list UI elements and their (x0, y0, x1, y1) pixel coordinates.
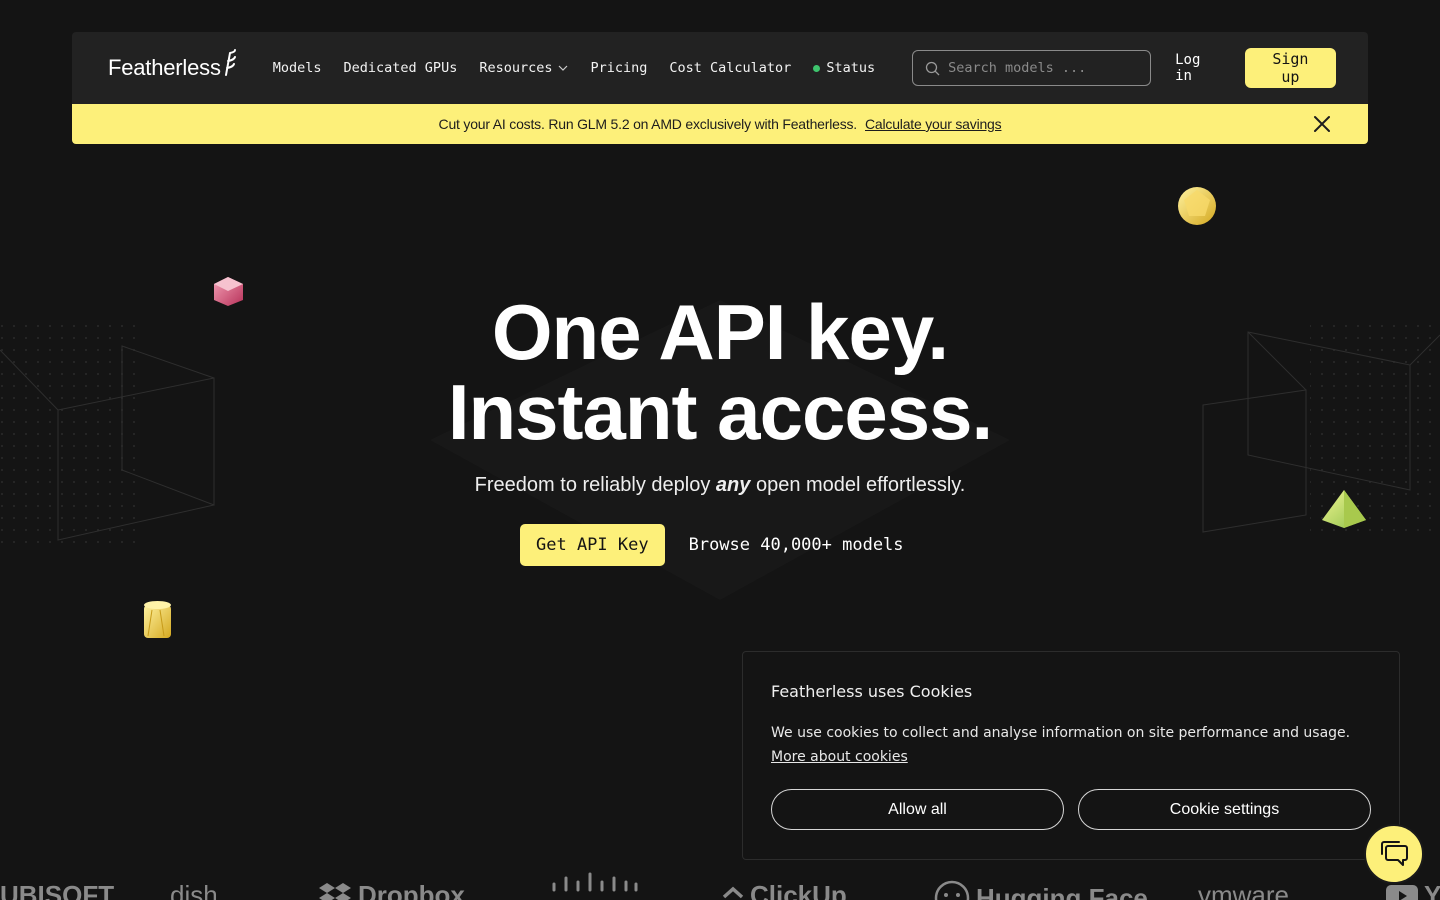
featherless-logo[interactable]: Featherless (108, 49, 237, 81)
status-dot-icon (813, 64, 821, 72)
more-about-cookies-link[interactable]: More about cookies (771, 749, 908, 765)
cookie-consent-dialog: Featherless uses Cookies We use cookies … (742, 651, 1400, 860)
hero-title-line-1: One API key. (491, 288, 949, 376)
hero-title: One API key. Instant access. (0, 292, 1440, 452)
nav-resources[interactable]: Resources (479, 60, 568, 76)
search-box[interactable] (912, 50, 1152, 86)
yellow-sphere-icon (1178, 187, 1216, 225)
calculate-savings-link[interactable]: Calculate your savings (865, 116, 1002, 132)
feather-logo-icon (224, 49, 236, 76)
hero-subtitle-after: open model effortlessly. (755, 474, 966, 496)
get-api-key-button[interactable]: Get API Key (520, 524, 665, 566)
hero-title-line-2: Instant access. (447, 368, 993, 456)
signup-button[interactable]: Sign up (1244, 48, 1336, 88)
allow-all-button[interactable]: Allow all (771, 789, 1064, 830)
nav-cost-calculator-label: Cost Calculator (669, 60, 792, 76)
cisco-logo (552, 870, 638, 894)
yellow-cylinder-icon (144, 601, 171, 638)
youtube-logo: YouTube (1386, 880, 1440, 900)
chat-bubble-icon (1381, 841, 1408, 866)
clickup-logo-text: ClickUp (750, 880, 847, 900)
dropbox-logo-text: Dropbox (358, 880, 465, 900)
nav-cost-calculator[interactable]: Cost Calculator (669, 60, 791, 76)
nav-pricing-label: Pricing (590, 60, 648, 76)
cookie-body: We use cookies to collect and analyse in… (771, 725, 1351, 741)
search-icon (925, 61, 940, 75)
youtube-play-icon (1386, 884, 1418, 900)
browse-models-link[interactable]: Browse 40,000+ models (689, 535, 904, 555)
dropbox-icon (319, 882, 351, 900)
clickup-logo: ClickUp (722, 880, 847, 900)
dropbox-logo: Dropbox (318, 880, 465, 900)
hero-subtitle-before: Freedom to reliably deploy (474, 474, 711, 496)
hugging-face-logo: Hugging Face (934, 880, 1148, 900)
hero-cta-row: Get API Key Browse 40,000+ models (520, 524, 904, 566)
hero-subtitle-emphasis: any (715, 474, 751, 496)
nav-dedicated-gpus-label: Dedicated GPUs (343, 60, 458, 76)
cisco-icon (552, 872, 638, 892)
nav-status[interactable]: Status (813, 60, 875, 76)
nav-models[interactable]: Models (273, 60, 322, 76)
hugging-face-icon (934, 880, 970, 900)
nav-pricing[interactable]: Pricing (590, 60, 647, 76)
nav-resources-label: Resources (479, 60, 553, 76)
banner-text: Cut your AI costs. Run GLM 5.2 on AMD ex… (438, 116, 858, 132)
nav-status-label: Status (826, 60, 876, 76)
ubisoft-logo: UBISOFT (0, 880, 115, 900)
login-link[interactable]: Log in (1175, 52, 1221, 84)
cookie-settings-button[interactable]: Cookie settings (1078, 789, 1371, 830)
hugging-face-logo-text: Hugging Face (976, 882, 1148, 900)
nav-dedicated-gpus[interactable]: Dedicated GPUs (344, 60, 458, 76)
customer-logos-strip: UBISOFT dish Dropbox ClickUp Hugging Fac… (0, 868, 1440, 900)
cookie-buttons: Allow all Cookie settings (771, 789, 1371, 830)
clickup-icon (722, 886, 744, 898)
cookie-title: Featherless uses Cookies (771, 682, 973, 701)
search-input[interactable] (948, 60, 1139, 76)
close-icon[interactable] (1312, 114, 1332, 134)
top-nav-bar: Featherless Models Dedicated GPUs Resour… (72, 32, 1368, 104)
dish-logo: dish (170, 880, 218, 900)
nav-models-label: Models (272, 60, 322, 76)
logo-text: Featherless (108, 55, 221, 80)
chevron-down-icon (559, 65, 568, 71)
main-nav: Models Dedicated GPUs Resources Pricing … (273, 60, 875, 76)
promo-banner: Cut your AI costs. Run GLM 5.2 on AMD ex… (72, 104, 1368, 144)
vmware-logo: vmware (1198, 880, 1290, 900)
youtube-logo-text: YouTube (1424, 880, 1440, 900)
hero-subtitle: Freedom to reliably deploy any open mode… (0, 474, 1440, 497)
